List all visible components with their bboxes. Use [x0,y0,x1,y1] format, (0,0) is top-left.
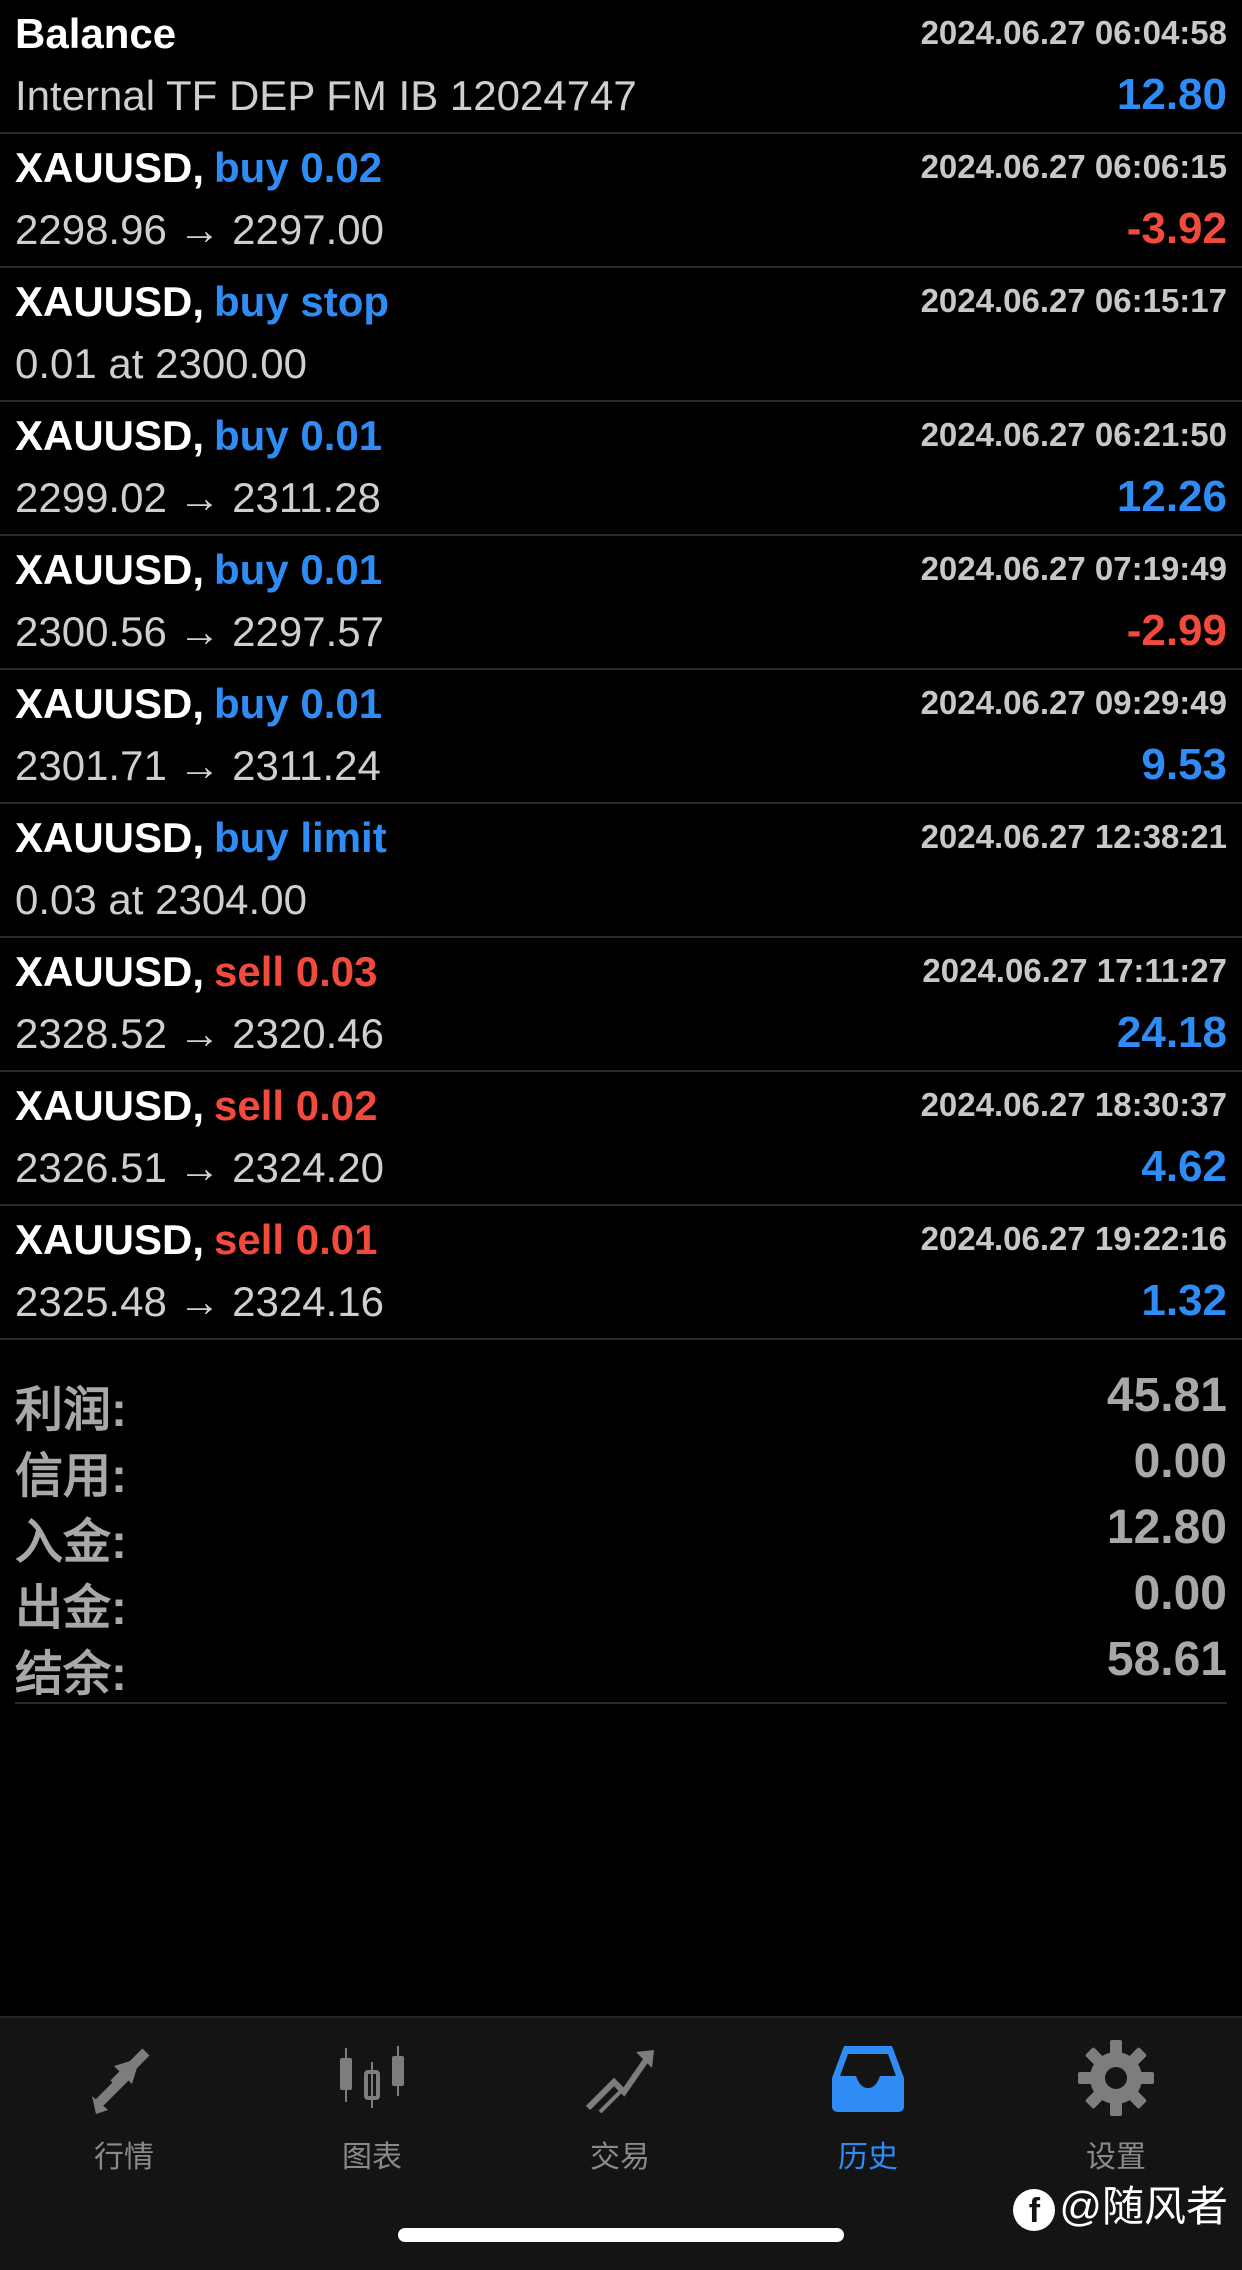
summary-credit: 信用: 0.00 [15,1428,1227,1503]
summary-profit: 利润: 45.81 [15,1362,1227,1437]
summary-label: 结余: [15,1648,127,1701]
summary-balance: 结余: 58.61 [15,1626,1227,1701]
history-row[interactable]: XAUUSD, buy 0.01 2024.06.27 07:19:49 2300… [0,536,1242,670]
history-row[interactable]: Balance 2024.06.27 06:04:58 Internal TF … [0,0,1242,134]
row-time: 2024.06.27 06:21:50 [920,416,1227,453]
tab-label: 图表 [342,2141,402,2174]
tab-charts[interactable]: 图表 [248,2038,496,2198]
account-summary: 利润: 45.81 信用: 0.00 入金: 12.80 出金: 0.00 结余: 58.… [15,1362,1227,1704]
quotes-arrows-icon [92,2048,150,2114]
gear-icon [1078,2040,1154,2116]
row-time: 2024.06.27 18:30:37 [920,1086,1227,1123]
row-symbol: XAUUSD, [15,948,205,995]
row-title: XAUUSD, buy 0.01 [15,546,382,594]
tab-label: 交易 [590,2141,650,2174]
row-symbol: XAUUSD, [15,814,205,861]
row-symbol: XAUUSD, [15,278,205,325]
row-title: XAUUSD, sell 0.02 [15,1082,378,1130]
summary-value: 45.81 [1106,1369,1227,1422]
row-profit: -3.92 [1126,204,1227,253]
tab-trade[interactable]: 交易 [496,2038,744,2198]
watermark: f @随风者 [1013,2173,1228,2234]
history-list: Balance 2024.06.27 06:04:58 Internal TF … [0,0,1242,1340]
home-indicator[interactable] [398,2228,844,2242]
row-title: XAUUSD, sell 0.01 [15,1216,378,1264]
row-symbol: Balance [15,10,177,57]
history-row[interactable]: XAUUSD, buy stop 2024.06.27 06:15:17 0.01… [0,268,1242,402]
watermark-text: @随风者 [1059,2183,1228,2230]
row-symbol: XAUUSD, [15,144,205,191]
row-action: sell 0.01 [214,1216,378,1263]
row-action: buy stop [214,278,390,325]
row-title: XAUUSD, buy limit [15,814,387,862]
row-detail: 2328.52 → 2320.46 [15,1010,384,1057]
row-action: buy limit [214,814,387,861]
row-detail: 0.01 at 2300.00 [15,340,307,387]
summary-deposit: 入金: 12.80 [15,1494,1227,1569]
row-detail: 2326.51 → 2324.20 [15,1144,384,1191]
row-profit: 12.80 [1116,70,1227,119]
row-symbol: XAUUSD, [15,680,205,727]
row-title: Balance [15,10,186,58]
history-row[interactable]: XAUUSD, sell 0.02 2024.06.27 18:30:37 232… [0,1072,1242,1206]
row-profit: 12.26 [1116,472,1227,521]
row-action: buy 0.01 [214,546,383,593]
row-detail: 2299.02 → 2311.28 [15,474,381,521]
row-title: XAUUSD, buy stop [15,278,389,326]
trade-trend-icon [585,2050,654,2114]
row-action: sell 0.02 [214,1082,378,1129]
row-time: 2024.06.27 17:11:27 [922,952,1227,989]
row-title: XAUUSD, buy 0.01 [15,412,382,460]
row-detail: 2301.71 → 2311.24 [15,742,381,789]
row-time: 2024.06.27 19:22:16 [920,1220,1227,1257]
history-row[interactable]: XAUUSD, buy 0.01 2024.06.27 09:29:49 2301… [0,670,1242,804]
tab-label: 历史 [838,2141,898,2174]
row-profit: 24.18 [1116,1008,1227,1057]
row-profit: 1.32 [1141,1276,1227,1325]
row-time: 2024.06.27 12:38:21 [920,818,1227,855]
candlestick-chart-icon [340,2046,404,2108]
row-title: XAUUSD, sell 0.03 [15,948,378,996]
history-row[interactable]: XAUUSD, buy 0.01 2024.06.27 06:21:50 2299… [0,402,1242,536]
row-time: 2024.06.27 09:29:49 [920,684,1227,721]
row-symbol: XAUUSD, [15,546,205,593]
row-action: sell 0.03 [214,948,378,995]
tab-label: 行情 [94,2141,154,2174]
tab-history[interactable]: 历史 [744,2038,992,2198]
row-detail: 2325.48 → 2324.16 [15,1278,384,1325]
tab-quotes[interactable]: 行情 [0,2038,248,2198]
watermark-logo-icon: f [1013,2188,1056,2231]
row-symbol: XAUUSD, [15,412,205,459]
summary-value: 0.00 [1133,1435,1227,1488]
history-row[interactable]: XAUUSD, sell 0.01 2024.06.27 19:22:16 232… [0,1206,1242,1340]
row-title: XAUUSD, buy 0.01 [15,680,382,728]
row-action: buy 0.02 [214,144,383,191]
row-symbol: XAUUSD, [15,1082,205,1129]
summary-value: 0.00 [1133,1567,1227,1620]
row-detail: 2300.56 → 2297.57 [15,608,384,655]
row-action: buy 0.01 [214,680,383,727]
row-detail: Internal TF DEP FM IB 12024747 [15,72,637,119]
row-action: buy 0.01 [214,412,383,459]
row-symbol: XAUUSD, [15,1216,205,1263]
history-row[interactable]: XAUUSD, buy 0.02 2024.06.27 06:06:15 2298… [0,134,1242,268]
history-row[interactable]: XAUUSD, sell 0.03 2024.06.27 17:11:27 232… [0,938,1242,1072]
row-title: XAUUSD, buy 0.02 [15,144,382,192]
summary-value: 58.61 [1106,1633,1227,1686]
row-detail: 0.03 at 2304.00 [15,876,307,923]
row-profit: 4.62 [1141,1142,1227,1191]
row-time: 2024.06.27 06:04:58 [920,14,1227,51]
row-time: 2024.06.27 06:06:15 [920,148,1227,185]
summary-value: 12.80 [1106,1501,1227,1554]
history-inbox-icon [832,2046,904,2112]
summary-withdrawal: 出金: 0.00 [15,1560,1227,1635]
history-row[interactable]: XAUUSD, buy limit 2024.06.27 12:38:21 0.0… [0,804,1242,938]
row-profit: 9.53 [1141,740,1227,789]
row-profit: -2.99 [1126,606,1227,655]
row-detail: 2298.96 → 2297.00 [15,206,384,253]
tab-label: 设置 [1086,2141,1146,2174]
row-time: 2024.06.27 07:19:49 [920,550,1227,587]
row-time: 2024.06.27 06:15:17 [920,282,1227,319]
